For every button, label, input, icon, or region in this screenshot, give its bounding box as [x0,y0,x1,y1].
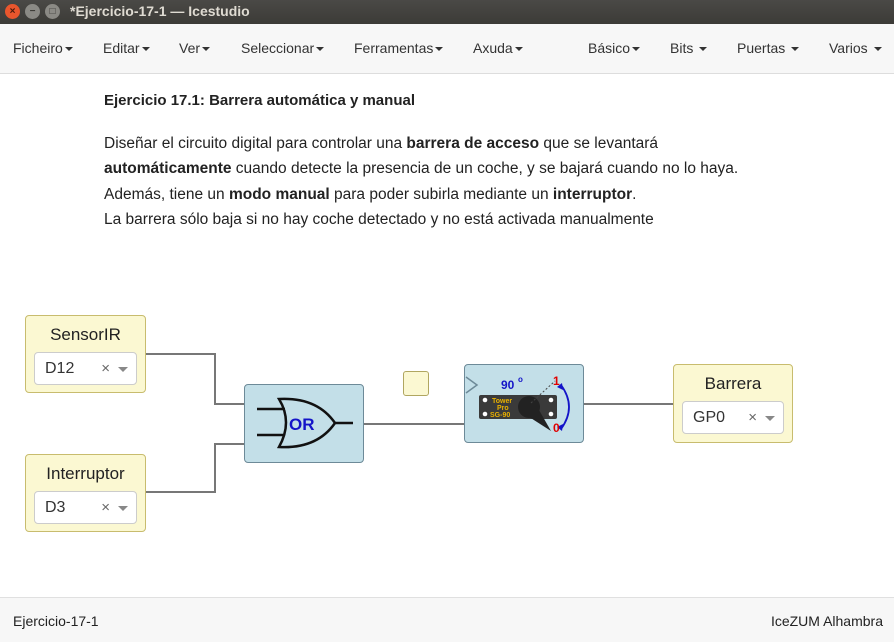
caret-down-icon [64,47,73,52]
pin-value: GP0 [693,409,726,426]
caret-down-icon [435,47,444,52]
or-gate-icon: OR [257,397,353,449]
clear-icon[interactable]: × [101,499,110,516]
menu-label: Editar [103,40,140,56]
clear-icon[interactable]: × [101,360,110,377]
menu-editar[interactable]: Editar [103,40,150,56]
menu-label: Ver [179,40,201,56]
menu-label: Axuda [473,40,513,56]
menu-puertas[interactable]: Puertas [737,40,800,56]
pin-select[interactable]: GP0 × [682,401,784,434]
wire-switch-or [145,443,247,493]
menu-varios[interactable]: Varios [829,40,882,56]
or-label: OR [289,415,315,434]
menu-label: Puertas [737,40,786,56]
dropdown-arrow-icon[interactable] [118,367,128,372]
input-block-sensorir[interactable]: SensorIR D12 × [25,315,146,393]
pin-select[interactable]: D3 × [34,491,137,524]
block-label: SensorIR [50,325,121,344]
pin-select[interactable]: D12 × [34,352,137,385]
pin-value: D3 [45,499,66,516]
caret-down-icon [141,47,150,52]
caret-down-icon [632,47,641,52]
caret-down-icon [791,47,800,52]
menu-axuda[interactable]: Axuda [473,40,523,56]
wire-sensor-or [145,353,247,405]
servo-lo: 0 [553,421,560,435]
servo-angle: 90 [501,378,515,392]
caret-down-icon [202,47,211,52]
design-canvas[interactable]: Ejercicio 17.1: Barrera automática y man… [0,74,894,597]
menu-label: Varios [829,40,868,56]
menu-ver[interactable]: Ver [179,40,211,56]
servo-block[interactable]: 90 o Tower Pro SG-90 1 0 [464,364,584,443]
status-filename: Ejercicio-17-1 [13,613,99,629]
menu-basico[interactable]: Básico [588,40,641,56]
input-block-interruptor[interactable]: Interruptor D3 × [25,454,146,532]
unused-input-port[interactable] [403,371,429,396]
pin-value: D12 [45,360,75,377]
servo-brand-1: Tower [492,398,512,405]
menu-bits[interactable]: Bits [670,40,708,56]
status-board: IceZUM Alhambra [770,613,883,629]
caret-down-icon [316,47,325,52]
servo-degree: o [518,375,523,384]
menubar: Ficheiro Editar Ver Seleccionar Ferramen… [0,24,894,74]
minimize-window-button[interactable]: − [25,4,40,19]
dropdown-arrow-icon[interactable] [765,416,775,421]
window-title: *Ejercicio-17-1 — Icestudio [70,3,250,19]
menu-label: Ferramentas [354,40,434,56]
status-bar: Ejercicio-17-1 IceZUM Alhambra [0,597,894,642]
block-label: Barrera [704,374,762,393]
dropdown-arrow-icon[interactable] [118,506,128,511]
servo-icon: 90 o Tower Pro SG-90 1 0 [465,374,570,435]
caret-down-icon [873,47,882,52]
menu-label: Bits [670,40,694,56]
block-label: Interruptor [46,464,125,483]
output-block-barrera[interactable]: Barrera GP0 × [673,364,793,443]
clear-icon[interactable]: × [748,409,757,426]
caret-down-icon [514,47,523,52]
or-gate-block[interactable]: OR [244,384,364,463]
servo-model: SG-90 [490,412,510,419]
menu-label: Ficheiro [13,40,63,56]
maximize-window-button[interactable]: □ [45,4,60,19]
servo-brand-2: Pro [497,405,509,412]
servo-hi: 1 [553,374,560,388]
menu-seleccionar[interactable]: Seleccionar [241,40,325,56]
menu-ficheiro[interactable]: Ficheiro [13,40,73,56]
menu-label: Básico [588,40,631,56]
caret-down-icon [699,47,708,52]
close-window-button[interactable]: × [5,4,20,19]
menu-label: Seleccionar [241,40,315,56]
menu-ferramentas[interactable]: Ferramentas [354,40,444,56]
window-titlebar: × − □ *Ejercicio-17-1 — Icestudio [0,0,894,24]
